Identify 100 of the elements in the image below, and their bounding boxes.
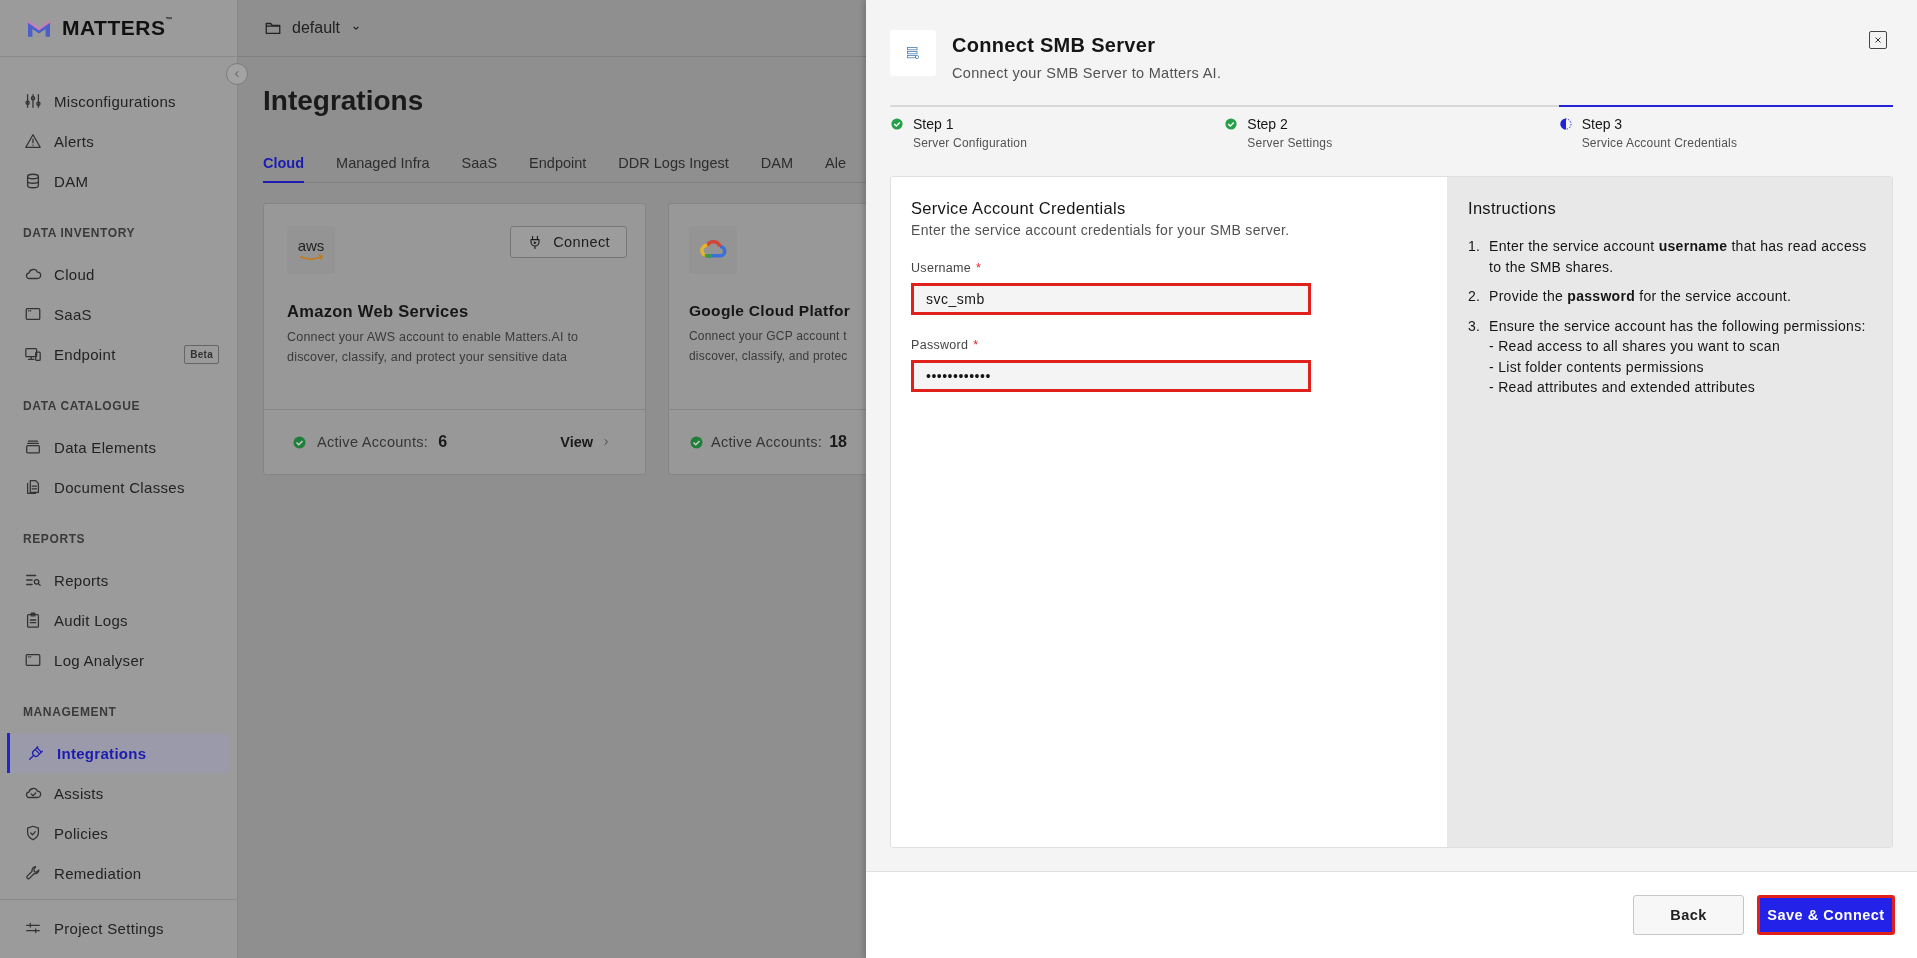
drawer-subtitle: Connect your SMB Server to Matters AI. — [952, 65, 1222, 81]
nav-item[interactable]: Audit Logs — [0, 600, 229, 640]
sliders-icon — [24, 92, 42, 110]
nav-label: Project Settings — [54, 919, 164, 937]
nav-label: Assists — [54, 784, 104, 802]
tab[interactable]: DDR Logs Ingest — [618, 149, 729, 183]
nav-item[interactable]: Project Settings — [0, 908, 229, 948]
field-label: Password — [911, 338, 969, 352]
status-label: Active Accounts: — [711, 434, 823, 450]
instruction-subitem: - Read attributes and extended attributes — [1489, 378, 1756, 397]
save-connect-button[interactable]: Save & Connect — [1757, 895, 1895, 935]
section-heading: MANAGEMENT — [22, 704, 118, 721]
nav-label: Data Elements — [54, 438, 157, 456]
input-field[interactable]: svc_smb — [911, 283, 1311, 315]
chevron-left-icon — [232, 69, 242, 79]
window-icon — [24, 305, 42, 323]
nav-label: Reports — [54, 571, 109, 589]
project-selector[interactable]: default — [264, 19, 363, 37]
logo-text: aws — [297, 239, 325, 253]
card-description: Connect your GCP account t discover, classify, and protec — [689, 328, 849, 365]
project-name: default — [292, 19, 341, 37]
field-label: Username — [911, 261, 972, 275]
close-button[interactable] — [1869, 31, 1887, 49]
server-list-icon — [905, 45, 921, 61]
smile-arrow-icon — [298, 253, 324, 261]
instructions-title: Instructions — [1468, 199, 1557, 218]
back-button[interactable]: Back — [1633, 895, 1744, 935]
section-heading: REPORTS — [22, 531, 87, 548]
tab[interactable]: Endpoint — [529, 149, 587, 183]
database-icon — [24, 172, 42, 190]
nav-item[interactable]: Misconfigurations — [0, 81, 229, 121]
account-count: 18 — [829, 433, 847, 451]
nav-label: Audit Logs — [54, 611, 128, 629]
step-subtitle: Server Settings — [1247, 136, 1334, 150]
nav-item[interactable]: Alerts — [0, 121, 229, 161]
section-heading: DATA CATALOGUE — [22, 398, 142, 415]
nav-item[interactable]: Remediation — [0, 853, 229, 893]
documents-icon — [24, 478, 42, 496]
instruction-text: Provide the password for the service account. — [1489, 287, 1792, 306]
clipboard-icon — [24, 611, 42, 629]
instruction-subitem: - List folder contents permissions — [1489, 357, 1705, 377]
instruction-text: Enter the service account username that has read access to the SMB shares. — [1489, 237, 1868, 277]
check-circle-icon — [689, 434, 704, 450]
connect-button[interactable]: Connect — [510, 226, 627, 258]
instruction-subitem: - Read access to all shares you want to scan — [1489, 337, 1781, 356]
nav-item[interactable]: Policies — [0, 813, 229, 853]
status-label: Active Accounts: — [317, 434, 429, 450]
nav-label: Log Analyser — [54, 651, 145, 669]
check-circle-icon — [292, 434, 307, 450]
tab[interactable]: Cloud — [263, 149, 305, 183]
nav-label: SaaS — [54, 305, 92, 323]
logo-text: MATTERS$^{™}$ — [62, 16, 173, 40]
plug-icon — [27, 744, 45, 762]
step-number: 1. — [1468, 237, 1482, 256]
nav-item[interactable]: Integrations — [7, 733, 229, 773]
nav-item[interactable]: Data Elements — [0, 427, 229, 467]
nav-item[interactable]: Reports — [0, 560, 229, 600]
step-title: Step 1 — [913, 116, 955, 132]
nav-item[interactable]: SaaS — [0, 294, 229, 334]
nav-item[interactable]: Endpoint Beta — [0, 334, 229, 374]
nav-item[interactable]: DAM — [0, 161, 229, 201]
nav-label: Misconfigurations — [54, 92, 176, 110]
nav-label: Policies — [54, 824, 109, 842]
step-title: Step 2 — [1247, 116, 1289, 132]
check-circle-icon — [890, 117, 904, 131]
nav-item[interactable]: Document Classes — [0, 467, 229, 507]
close-icon — [1873, 35, 1883, 45]
tab[interactable]: Ale — [825, 149, 846, 183]
step-title: Step 3 — [1581, 116, 1624, 132]
required-mark: * — [976, 261, 982, 275]
tab[interactable]: Managed Infra — [336, 149, 430, 183]
nav-label: Alerts — [54, 132, 95, 150]
form-title: Service Account Credentials — [911, 199, 1127, 218]
nav-item[interactable]: Cloud — [0, 254, 229, 294]
nav-label: Endpoint — [54, 345, 116, 363]
instruction-text: Ensure the service account has the following permissions: — [1489, 316, 1866, 336]
nav-item[interactable]: Assists — [0, 773, 229, 813]
card-title: Google Cloud Platfor — [689, 302, 851, 320]
drawer-title: Connect SMB Server — [952, 34, 1157, 57]
layers-icon — [24, 438, 42, 456]
card-description: Connect your AWS account to enable Matters.AI to discover, classify, and protect your sensitive data — [287, 329, 580, 366]
chevron-right-icon — [601, 437, 611, 447]
check-circle-icon — [1224, 117, 1239, 131]
half-circle-icon — [1558, 117, 1573, 131]
step-subtitle: Service Account Credentials — [1581, 136, 1739, 150]
required-mark: * — [973, 338, 979, 352]
beta-badge: Beta — [184, 344, 219, 364]
nav-label: Document Classes — [54, 478, 185, 496]
input-field[interactable]: •••••••••••• — [911, 360, 1311, 392]
tab[interactable]: SaaS — [461, 149, 498, 183]
step-subtitle: Server Configuration — [913, 136, 1029, 150]
step-number: 2. — [1468, 287, 1482, 306]
nav-label: Remediation — [54, 864, 142, 882]
warning-icon — [24, 132, 42, 150]
view-link[interactable]: View — [560, 434, 625, 450]
nav-label: DAM — [54, 172, 89, 190]
section-heading: DATA INVENTORY — [22, 225, 137, 242]
tab[interactable]: DAM — [760, 149, 793, 183]
nav-item[interactable]: Log Analyser — [0, 640, 229, 680]
devices-icon — [24, 345, 42, 363]
